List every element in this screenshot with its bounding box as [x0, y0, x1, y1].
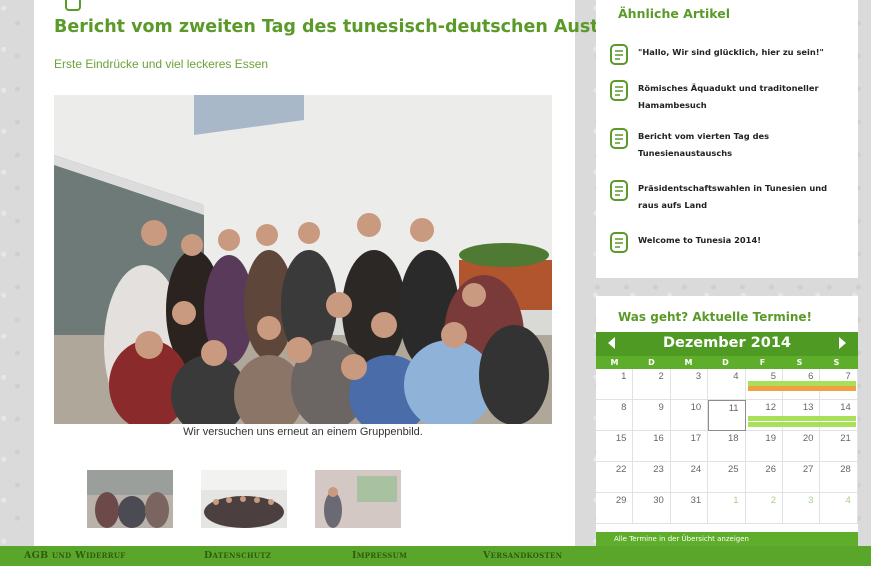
related-article-item[interactable]: Römisches Äquadukt und traditoneller Ham…	[608, 80, 848, 114]
calendar-month-label: Dezember 2014	[662, 335, 792, 351]
calendar-day[interactable]: 17	[670, 431, 709, 462]
calendar-section-title: Was geht? Aktuelle Termine!	[618, 310, 813, 324]
related-article-label[interactable]: Römisches Äquadukt und traditoneller Ham…	[638, 80, 848, 114]
footer-bar: AGB und Widerruf Datenschutz Impressum V…	[0, 546, 871, 566]
calendar-day[interactable]: 31	[670, 493, 709, 524]
weekday-label: D	[722, 358, 729, 367]
footer-link-impressum[interactable]: Impressum	[352, 550, 407, 561]
calendar-day[interactable]: 25	[708, 462, 746, 493]
article-icon	[610, 80, 628, 101]
calendar-day[interactable]: 23	[633, 462, 671, 493]
article-title[interactable]: Bericht vom zweiten Tag des tunesisch-de…	[54, 17, 667, 37]
calendar-day[interactable]: 3	[670, 369, 709, 400]
calendar-day[interactable]: 16	[633, 431, 671, 462]
calendar-day[interactable]: 22	[596, 462, 634, 493]
calendar-day[interactable]: 24	[670, 462, 709, 493]
calendar-day[interactable]: 30	[633, 493, 671, 524]
calendar-day[interactable]: 2	[745, 493, 783, 524]
weekday-label: M	[610, 358, 619, 367]
calendar-day[interactable]: 4	[708, 369, 746, 400]
calendar-weekday-row: M D M D F S S	[596, 356, 858, 369]
calendar-day[interactable]: 27	[783, 462, 821, 493]
group-photo[interactable]	[54, 95, 552, 424]
gallery-thumbnail[interactable]	[201, 470, 287, 528]
article-icon	[610, 128, 628, 149]
weekday-label: S	[796, 358, 803, 367]
calendar-day[interactable]: 4	[820, 493, 858, 524]
article-card: Bericht vom zweiten Tag des tunesisch-de…	[34, 0, 667, 548]
next-month-icon[interactable]	[839, 337, 846, 349]
calendar-day[interactable]: 2	[633, 369, 671, 400]
calendar-event-bar[interactable]	[747, 386, 856, 391]
calendar-day[interactable]: 8	[596, 400, 634, 431]
footer-link-datenschutz[interactable]: Datenschutz	[204, 550, 271, 561]
calendar-day[interactable]: 10	[670, 400, 709, 431]
calendar-overview-link[interactable]: Alle Termine in der Übersicht anzeigen	[596, 532, 858, 546]
events-calendar-box: Was geht? Aktuelle Termine! Dezember 201…	[596, 296, 858, 546]
related-articles-title: Ähnliche Artikel	[618, 6, 731, 21]
weekday-label: F	[759, 358, 766, 367]
related-article-item[interactable]: Welcome to Tunesia 2014!	[608, 232, 848, 254]
related-article-item[interactable]: Bericht vom vierten Tag des Tunesienaust…	[608, 128, 848, 162]
calendar-day[interactable]: 26	[745, 462, 783, 493]
calendar-event-bar[interactable]	[747, 422, 856, 427]
footer-link-versandkosten[interactable]: Versandkosten	[483, 550, 562, 561]
calendar-event-bar[interactable]	[747, 416, 856, 421]
calendar-day[interactable]: 29	[596, 493, 634, 524]
calendar-header: Dezember 2014	[596, 332, 858, 356]
related-article-label[interactable]: Welcome to Tunesia 2014!	[638, 232, 761, 249]
calendar-grid: 1 2 3 4 5 6 7 8 9 10 11 12 13 14 15 16 17 18 19 20 21 22 23 24 2…	[596, 369, 858, 526]
calendar-day[interactable]: 15	[596, 431, 634, 462]
calendar-day[interactable]: 3	[783, 493, 821, 524]
calendar-day[interactable]: 1	[596, 369, 634, 400]
related-article-item[interactable]: Präsidentschaftswahlen in Tunesien und r…	[608, 180, 848, 214]
calendar-day[interactable]: 11	[708, 400, 746, 431]
calendar-day[interactable]: 18	[708, 431, 746, 462]
related-article-item[interactable]: "Hallo, Wir sind glücklich, hier zu sein…	[608, 44, 848, 66]
article-icon	[610, 232, 628, 253]
footer-link-agb[interactable]: AGB und Widerruf	[24, 550, 126, 561]
calendar-day[interactable]: 9	[633, 400, 671, 431]
document-icon	[65, 0, 81, 11]
weekday-label: D	[648, 358, 655, 367]
gallery-thumbnail[interactable]	[315, 470, 401, 528]
calendar-day[interactable]: 28	[820, 462, 858, 493]
weekday-label: M	[684, 358, 693, 367]
article-subtitle: Erste Eindrücke und viel leckeres Essen	[54, 57, 269, 71]
related-article-label[interactable]: "Hallo, Wir sind glücklich, hier zu sein…	[638, 44, 824, 61]
calendar-day[interactable]: 19	[745, 431, 783, 462]
calendar-day[interactable]: 20	[783, 431, 821, 462]
weekday-label: S	[833, 358, 840, 367]
related-article-label[interactable]: Präsidentschaftswahlen in Tunesien und r…	[638, 180, 848, 214]
photo-caption: Wir versuchen uns erneut an einem Gruppe…	[183, 426, 423, 438]
gallery-thumbnail[interactable]	[87, 470, 173, 528]
article-icon	[610, 180, 628, 201]
calendar-day[interactable]: 1	[708, 493, 746, 524]
calendar-day[interactable]: 21	[820, 431, 858, 462]
related-article-label[interactable]: Bericht vom vierten Tag des Tunesienaust…	[638, 128, 848, 162]
article-icon	[610, 44, 628, 65]
related-articles-box: Ähnliche Artikel "Hallo, Wir sind glückl…	[596, 0, 858, 278]
